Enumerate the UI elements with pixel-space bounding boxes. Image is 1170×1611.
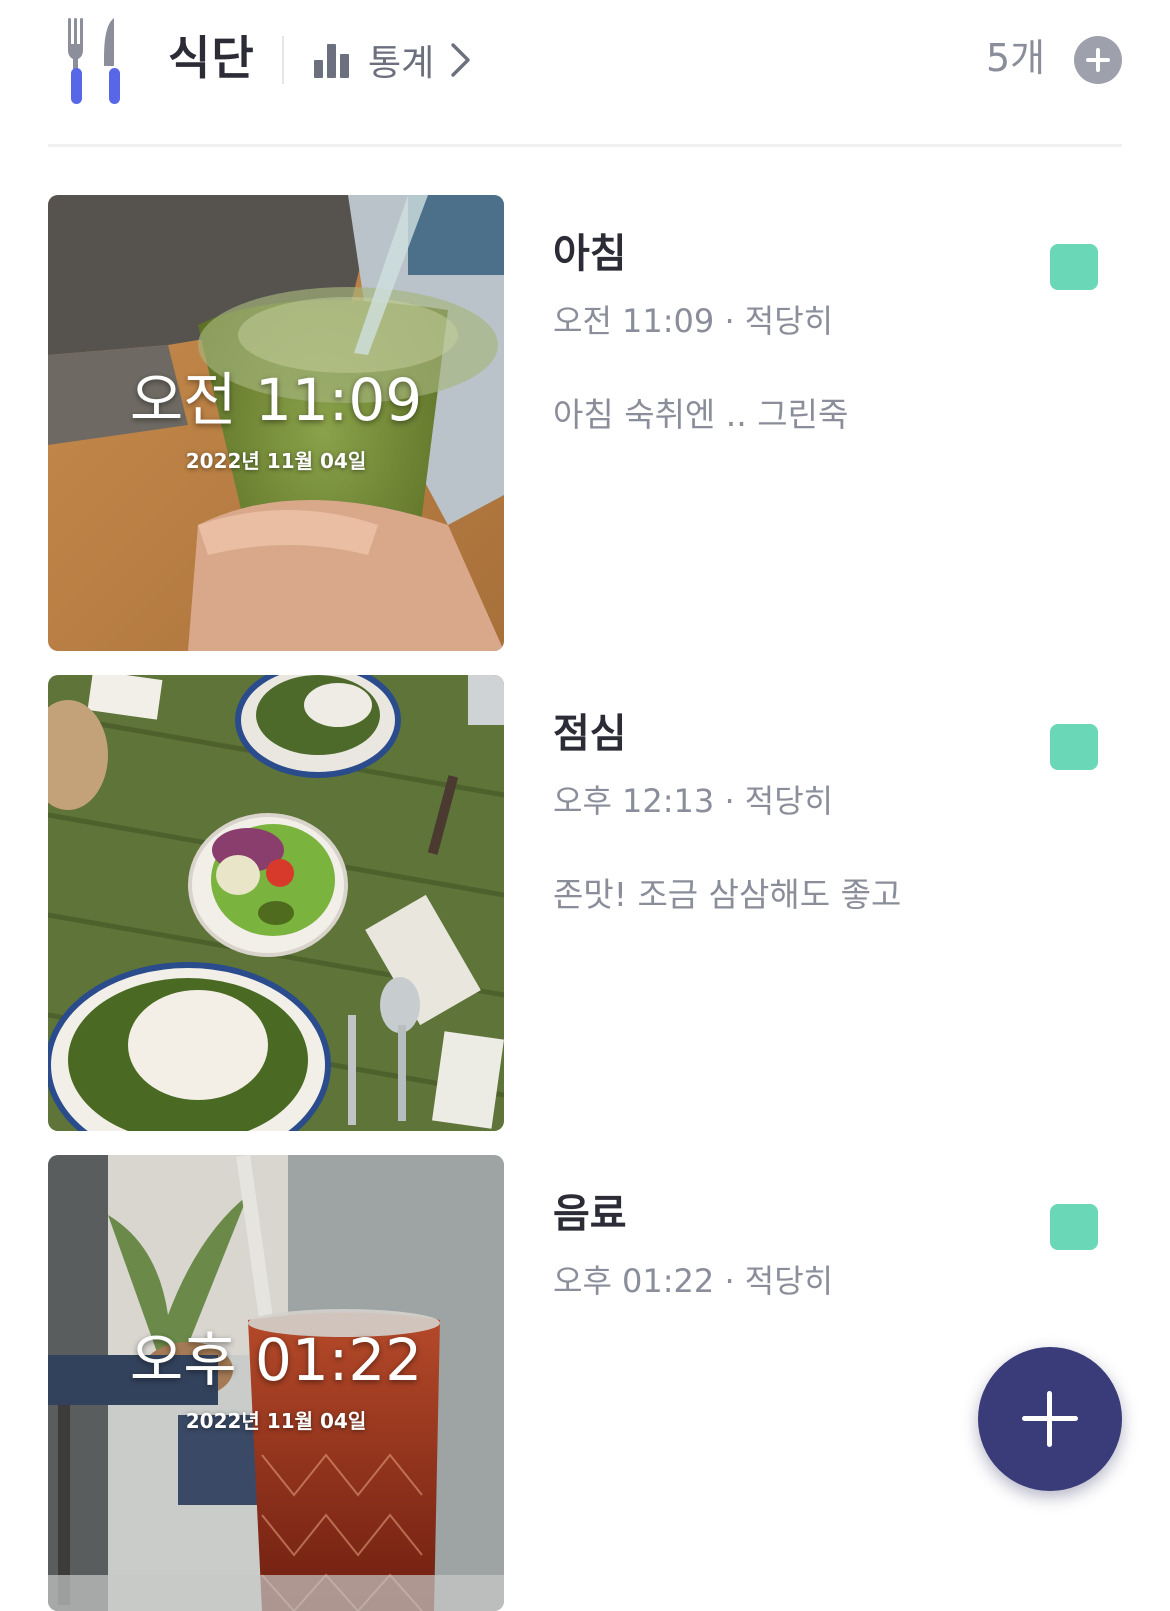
meal-card[interactable]: 오전 11:09 2022년 11월 04일 아침 오전 11:09 · 적당히… [48,195,1122,651]
photo-time: 오전 11:09 [129,366,423,434]
meal-count: 5개 [986,36,1046,80]
header: 식단 통계 5개 [0,0,1170,147]
chevron-right-icon [451,43,470,77]
add-meal-button[interactable] [1074,36,1122,84]
meal-name: 아침 [553,231,627,277]
photo-date: 2022년 11월 04일 [185,1409,367,1433]
meal-card[interactable]: 점심 오후 12:13 · 적당히 존맛! 조금 삼삼해도 좋고 [48,675,1122,1131]
meal-meta: 오전 11:09 · 적당히 [553,302,834,340]
page-title: 식단 [168,31,255,85]
stats-link[interactable]: 통계 [312,30,472,90]
meal-memo: 존맛! 조금 삼삼해도 좋고 [553,875,902,914]
meal-card[interactable]: 오후 01:22 2022년 11월 04일 음료 오후 01:22 · 적당히 [48,1155,1122,1611]
bar-chart-icon [314,44,349,78]
meal-meta: 오후 12:13 · 적당히 [553,782,834,820]
header-divider [282,36,284,84]
fork-knife-icon [68,18,120,104]
stats-label: 통계 [368,43,435,84]
status-tag[interactable] [1050,244,1098,290]
meal-photo[interactable]: 오전 11:09 2022년 11월 04일 [48,195,504,651]
meal-photo[interactable] [48,675,504,1131]
meal-name: 점심 [553,711,627,757]
meal-meta: 오후 01:22 · 적당히 [553,1262,834,1300]
header-rule [48,144,1122,147]
photo-time: 오후 01:22 [129,1326,423,1394]
photo-date: 2022년 11월 04일 [185,449,367,473]
meal-photo[interactable]: 오후 01:22 2022년 11월 04일 [48,1155,504,1611]
status-tag[interactable] [1050,1204,1098,1250]
meal-memo: 아침 숙취엔 .. 그린죽 [553,395,849,434]
status-tag[interactable] [1050,724,1098,770]
floating-add-button[interactable] [978,1347,1122,1491]
meal-name: 음료 [553,1191,627,1237]
